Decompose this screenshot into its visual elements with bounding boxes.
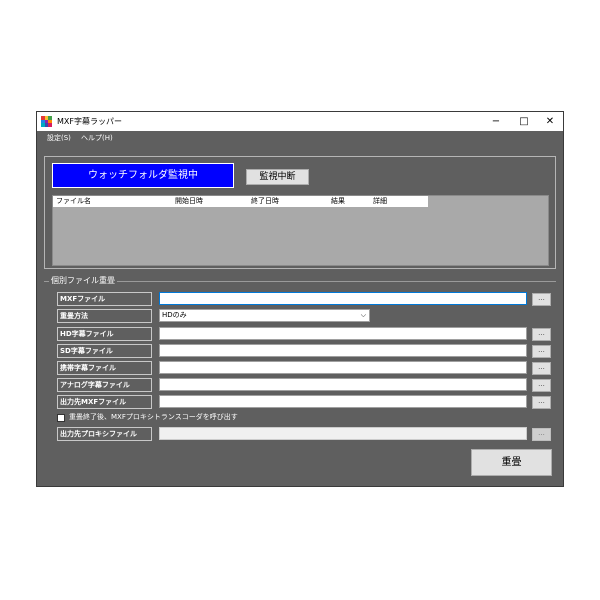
- hd-subtitle-label: HD字幕ファイル: [57, 327, 152, 341]
- analog-subtitle-label: アナログ字幕ファイル: [57, 378, 152, 392]
- proxy-file-label: 出力先プロキシファイル: [57, 427, 152, 441]
- column-detail[interactable]: 詳細: [373, 196, 387, 207]
- menu-help[interactable]: ヘルプ(H): [81, 133, 113, 143]
- mobile-subtitle-label: 携帯字幕ファイル: [57, 361, 152, 375]
- list-header: ファイル名 開始日時 終了日時 結果 詳細: [53, 196, 428, 207]
- close-button[interactable]: ✕: [536, 112, 564, 131]
- proxy-browse-button: ...: [532, 428, 551, 441]
- group-label-individual: 個別ファイル重畳: [49, 275, 117, 286]
- method-value: HDのみ: [162, 311, 187, 319]
- mxf-file-input[interactable]: [159, 292, 527, 305]
- watch-panel: ウォッチフォルダ監視中 監視中断 ファイル名 開始日時 終了日時 結果 詳細: [44, 156, 556, 269]
- transcode-checkbox-label[interactable]: 重畳終了後、MXFプロキシトランスコーダを呼び出す: [69, 412, 238, 423]
- proxy-file-input: [159, 427, 527, 440]
- column-end-time[interactable]: 終了日時: [251, 196, 279, 207]
- transcode-checkbox[interactable]: [57, 414, 65, 422]
- mobile-browse-button[interactable]: ...: [532, 362, 551, 375]
- mobile-subtitle-input[interactable]: [159, 361, 527, 374]
- watch-file-list[interactable]: ファイル名 開始日時 終了日時 結果 詳細: [52, 195, 549, 266]
- column-filename[interactable]: ファイル名: [56, 196, 91, 207]
- superimpose-button[interactable]: 重畳: [471, 449, 552, 476]
- minimize-button[interactable]: −: [482, 112, 510, 131]
- hd-subtitle-input[interactable]: [159, 327, 527, 340]
- window-title: MXF字幕ラッパー: [57, 117, 122, 126]
- watch-status-indicator: ウォッチフォルダ監視中: [52, 163, 234, 188]
- stop-monitoring-button[interactable]: 監視中断: [246, 169, 309, 185]
- mxf-browse-button[interactable]: ...: [532, 293, 551, 306]
- method-dropdown[interactable]: HDのみ ⌵: [159, 309, 370, 322]
- hd-browse-button[interactable]: ...: [532, 328, 551, 341]
- maximize-button[interactable]: □: [510, 112, 538, 131]
- chevron-down-icon: ⌵: [360, 311, 366, 319]
- mxf-file-label: MXFファイル: [57, 292, 152, 306]
- output-browse-button[interactable]: ...: [532, 396, 551, 409]
- sd-subtitle-label: SD字幕ファイル: [57, 344, 152, 358]
- output-mxf-input[interactable]: [159, 395, 527, 408]
- group-divider: [44, 281, 556, 282]
- menu-bar: 設定(S) ヘルプ(H): [37, 131, 563, 145]
- column-result[interactable]: 結果: [331, 196, 345, 207]
- output-mxf-label: 出力先MXFファイル: [57, 395, 152, 409]
- sd-subtitle-input[interactable]: [159, 344, 527, 357]
- main-window: MXF字幕ラッパー − □ ✕ 設定(S) ヘルプ(H) ウォッチフォルダ監視中…: [36, 111, 564, 487]
- analog-browse-button[interactable]: ...: [532, 379, 551, 392]
- title-bar: MXF字幕ラッパー − □ ✕: [37, 112, 563, 131]
- analog-subtitle-input[interactable]: [159, 378, 527, 391]
- app-icon: [41, 116, 52, 127]
- menu-settings[interactable]: 設定(S): [47, 133, 71, 143]
- sd-browse-button[interactable]: ...: [532, 345, 551, 358]
- method-label: 重畳方法: [57, 309, 152, 323]
- column-start-time[interactable]: 開始日時: [175, 196, 203, 207]
